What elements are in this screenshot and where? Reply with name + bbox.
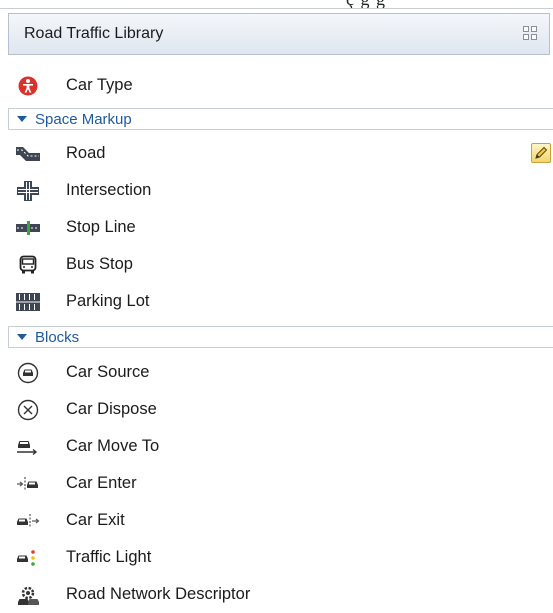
edit-pencil-icon[interactable] bbox=[531, 143, 551, 163]
palette-item-label: Car Dispose bbox=[66, 400, 157, 418]
car-enter-icon bbox=[16, 473, 40, 495]
palette-item-label: Car Type bbox=[66, 76, 133, 94]
palette-item-label: Car Move To bbox=[66, 437, 160, 455]
palette-item-car-move-to[interactable]: Car Move To bbox=[0, 428, 553, 465]
palette-item-parking-lot[interactable]: Parking Lot bbox=[0, 283, 553, 320]
car-type-icon bbox=[16, 75, 40, 97]
palette-item-car-exit[interactable]: Car Exit bbox=[0, 502, 553, 539]
palette-item-intersection[interactable]: Intersection bbox=[0, 172, 553, 209]
window-top-edge: ç g g bbox=[0, 0, 553, 10]
divider bbox=[0, 8, 553, 9]
section-label: Blocks bbox=[35, 328, 80, 346]
palette-item-label: Car Enter bbox=[66, 474, 137, 492]
stop-line-icon bbox=[16, 217, 40, 239]
palette-item-label: Intersection bbox=[66, 181, 152, 199]
palette-item-car-source[interactable]: Car Source bbox=[0, 354, 553, 391]
palette-item-road[interactable]: Road bbox=[0, 135, 553, 172]
palette-item-traffic-light[interactable]: Traffic Light bbox=[0, 539, 553, 576]
palette-item-label: Stop Line bbox=[66, 218, 136, 236]
palette-item-stop-line[interactable]: Stop Line bbox=[0, 209, 553, 246]
traffic-light-icon bbox=[16, 547, 40, 569]
palette-item-label: Bus Stop bbox=[66, 255, 133, 273]
collapse-triangle-icon bbox=[17, 116, 27, 122]
palette-item-car-enter[interactable]: Car Enter bbox=[0, 465, 553, 502]
car-exit-icon bbox=[16, 510, 40, 532]
road-network-descriptor-icon bbox=[16, 584, 40, 606]
intersection-icon bbox=[16, 180, 40, 202]
palette-item-label: Road Network Descriptor bbox=[66, 585, 251, 603]
section-label: Space Markup bbox=[35, 110, 132, 128]
car-dispose-icon bbox=[16, 399, 40, 421]
car-source-icon bbox=[16, 362, 40, 384]
palette-item-label: Traffic Light bbox=[66, 548, 152, 566]
palette-header[interactable]: Road Traffic Library bbox=[8, 13, 550, 55]
palette-item-car-type[interactable]: Car Type bbox=[0, 67, 553, 104]
road-icon bbox=[16, 143, 40, 165]
section-header-blocks[interactable]: Blocks bbox=[8, 326, 553, 348]
palette-item-label: Parking Lot bbox=[66, 292, 150, 310]
palette-item-bus-stop[interactable]: Bus Stop bbox=[0, 246, 553, 283]
palette-item-car-dispose[interactable]: Car Dispose bbox=[0, 391, 553, 428]
palette-item-road-network-descriptor[interactable]: Road Network Descriptor bbox=[0, 576, 553, 613]
section-header-space-markup[interactable]: Space Markup bbox=[8, 108, 553, 130]
parking-lot-icon bbox=[16, 291, 40, 313]
collapse-triangle-icon bbox=[17, 334, 27, 340]
view-mode-icon[interactable] bbox=[523, 26, 537, 40]
palette-title: Road Traffic Library bbox=[24, 25, 164, 42]
palette-item-label: Road bbox=[66, 144, 106, 162]
palette-item-label: Car Source bbox=[66, 363, 150, 381]
car-move-to-icon bbox=[16, 436, 40, 458]
palette-item-label: Car Exit bbox=[66, 511, 125, 529]
bus-stop-icon bbox=[16, 254, 40, 276]
